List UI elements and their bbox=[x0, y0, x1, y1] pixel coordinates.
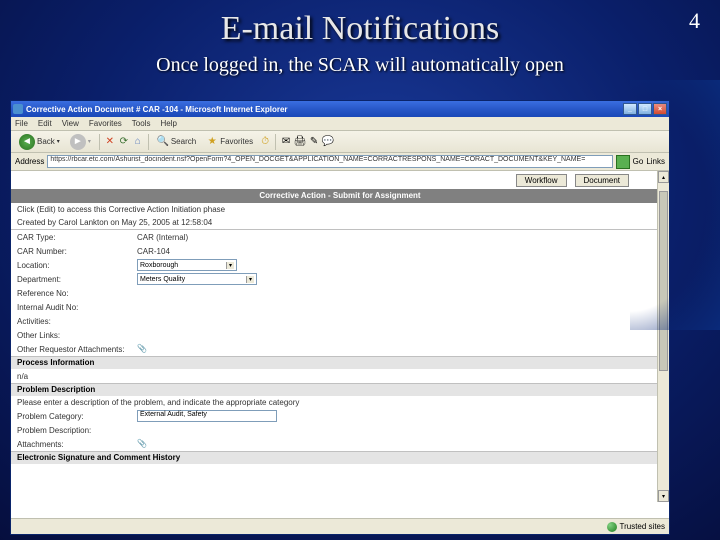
home-icon[interactable]: ⌂ bbox=[132, 136, 144, 148]
menu-bar: File Edit View Favorites Tools Help bbox=[11, 117, 669, 131]
department-select[interactable]: Meters Quality ▾ bbox=[137, 273, 257, 285]
forward-button[interactable]: ► ▾ bbox=[66, 132, 95, 152]
toolbar-separator bbox=[99, 134, 100, 150]
star-icon: ★ bbox=[206, 136, 218, 148]
slide-subtitle: Once logged in, the SCAR will automatica… bbox=[0, 54, 720, 77]
close-button[interactable]: × bbox=[653, 103, 667, 115]
content-area: Workflow Document Corrective Action - Su… bbox=[11, 171, 669, 518]
address-input[interactable]: https://rbcar.etc.com/Ashurist_docindent… bbox=[47, 155, 612, 168]
menu-file[interactable]: File bbox=[15, 119, 28, 128]
menu-view[interactable]: View bbox=[62, 119, 79, 128]
window-title: Corrective Action Document # CAR -104 - … bbox=[26, 105, 623, 114]
window-titlebar: Corrective Action Document # CAR -104 - … bbox=[11, 101, 669, 117]
form-grid: CAR Type: CAR (Internal) CAR Number: CAR… bbox=[11, 230, 669, 356]
toolbar-separator bbox=[275, 134, 276, 150]
attachments-label: Other Requestor Attachments: bbox=[17, 345, 137, 354]
paperclip-icon[interactable]: 📎 bbox=[137, 344, 147, 354]
favorites-label: Favorites bbox=[220, 137, 253, 146]
search-icon: 🔍 bbox=[157, 136, 169, 148]
created-text: Created by Carol Lankton on May 25, 2005… bbox=[11, 216, 669, 230]
minimize-button[interactable]: _ bbox=[623, 103, 637, 115]
other-links-label: Other Links: bbox=[17, 331, 137, 340]
location-value: Roxborough bbox=[140, 262, 178, 269]
trusted-zone-icon bbox=[607, 522, 617, 532]
scroll-thumb[interactable] bbox=[659, 191, 668, 371]
search-button[interactable]: 🔍 Search bbox=[153, 134, 200, 150]
ie-icon bbox=[13, 104, 23, 114]
maximize-button[interactable]: □ bbox=[638, 103, 652, 115]
problem-instruction: Please enter a description of the proble… bbox=[11, 396, 669, 409]
toolbar: ◄ Back ▾ ► ▾ ✕ ⟳ ⌂ 🔍 Search ★ Favorites … bbox=[11, 131, 669, 153]
internal-audit-label: Internal Audit No: bbox=[17, 303, 137, 312]
scroll-up-button[interactable]: ▴ bbox=[658, 171, 669, 183]
process-section-header: Process Information bbox=[11, 356, 669, 369]
slide-title: E-mail Notifications bbox=[0, 0, 720, 48]
chevron-down-icon: ▾ bbox=[246, 276, 254, 283]
stop-icon[interactable]: ✕ bbox=[104, 136, 116, 148]
menu-tools[interactable]: Tools bbox=[132, 119, 151, 128]
refresh-icon[interactable]: ⟳ bbox=[118, 136, 130, 148]
location-select[interactable]: Roxborough ▾ bbox=[137, 259, 237, 271]
problem-section-header: Problem Description bbox=[11, 383, 669, 396]
car-number-value: CAR-104 bbox=[137, 247, 170, 256]
security-zone: Trusted sites bbox=[620, 522, 666, 531]
action-row: Workflow Document bbox=[11, 171, 669, 189]
edit-icon[interactable]: ✎ bbox=[308, 136, 320, 148]
reference-label: Reference No: bbox=[17, 289, 137, 298]
search-label: Search bbox=[171, 137, 196, 146]
menu-edit[interactable]: Edit bbox=[38, 119, 52, 128]
favorites-button[interactable]: ★ Favorites bbox=[202, 134, 257, 150]
car-type-value: CAR (Internal) bbox=[137, 233, 188, 242]
discuss-icon[interactable]: 💬 bbox=[322, 136, 334, 148]
page-number: 4 bbox=[689, 8, 700, 34]
car-type-label: CAR Type: bbox=[17, 233, 137, 242]
back-arrow-icon: ◄ bbox=[19, 134, 35, 150]
status-bar: Trusted sites bbox=[11, 518, 669, 534]
chevron-down-icon: ▾ bbox=[57, 138, 60, 145]
activities-label: Activities: bbox=[17, 317, 137, 326]
go-button[interactable] bbox=[616, 155, 630, 169]
address-bar: Address https://rbcar.etc.com/Ashurist_d… bbox=[11, 153, 669, 171]
menu-favorites[interactable]: Favorites bbox=[89, 119, 122, 128]
description-label: Problem Description: bbox=[17, 426, 137, 435]
process-na: n/a bbox=[17, 372, 28, 381]
chevron-down-icon: ▾ bbox=[88, 138, 91, 145]
print-icon[interactable]: 🖨 bbox=[294, 136, 306, 148]
history-icon[interactable]: ⏱ bbox=[259, 136, 271, 148]
location-label: Location: bbox=[17, 261, 137, 270]
back-label: Back bbox=[37, 137, 55, 146]
prob-attachments-label: Attachments: bbox=[17, 440, 137, 449]
department-label: Department: bbox=[17, 275, 137, 284]
menu-help[interactable]: Help bbox=[160, 119, 176, 128]
chevron-down-icon: ▾ bbox=[226, 262, 234, 269]
paperclip-icon[interactable]: 📎 bbox=[137, 439, 147, 449]
vertical-scrollbar[interactable]: ▴ ▾ bbox=[657, 171, 669, 502]
instruction-text: Click (Edit) to access this Corrective A… bbox=[11, 203, 669, 216]
toolbar-separator bbox=[148, 134, 149, 150]
category-label: Problem Category: bbox=[17, 412, 137, 421]
category-input[interactable]: External Audit, Safety bbox=[137, 410, 277, 422]
back-button[interactable]: ◄ Back ▾ bbox=[15, 132, 64, 152]
go-label: Go bbox=[633, 157, 644, 166]
address-label: Address bbox=[15, 157, 44, 166]
forward-arrow-icon: ► bbox=[70, 134, 86, 150]
department-value: Meters Quality bbox=[140, 276, 185, 283]
form-banner: Corrective Action - Submit for Assignmen… bbox=[11, 189, 669, 203]
scroll-down-button[interactable]: ▾ bbox=[658, 490, 669, 502]
document-button[interactable]: Document bbox=[575, 174, 629, 187]
car-number-label: CAR Number: bbox=[17, 247, 137, 256]
browser-window: Corrective Action Document # CAR -104 - … bbox=[10, 100, 670, 535]
mail-icon[interactable]: ✉ bbox=[280, 136, 292, 148]
workflow-button[interactable]: Workflow bbox=[516, 174, 567, 187]
signature-section-header: Electronic Signature and Comment History bbox=[11, 451, 669, 464]
links-label[interactable]: Links bbox=[646, 157, 665, 166]
